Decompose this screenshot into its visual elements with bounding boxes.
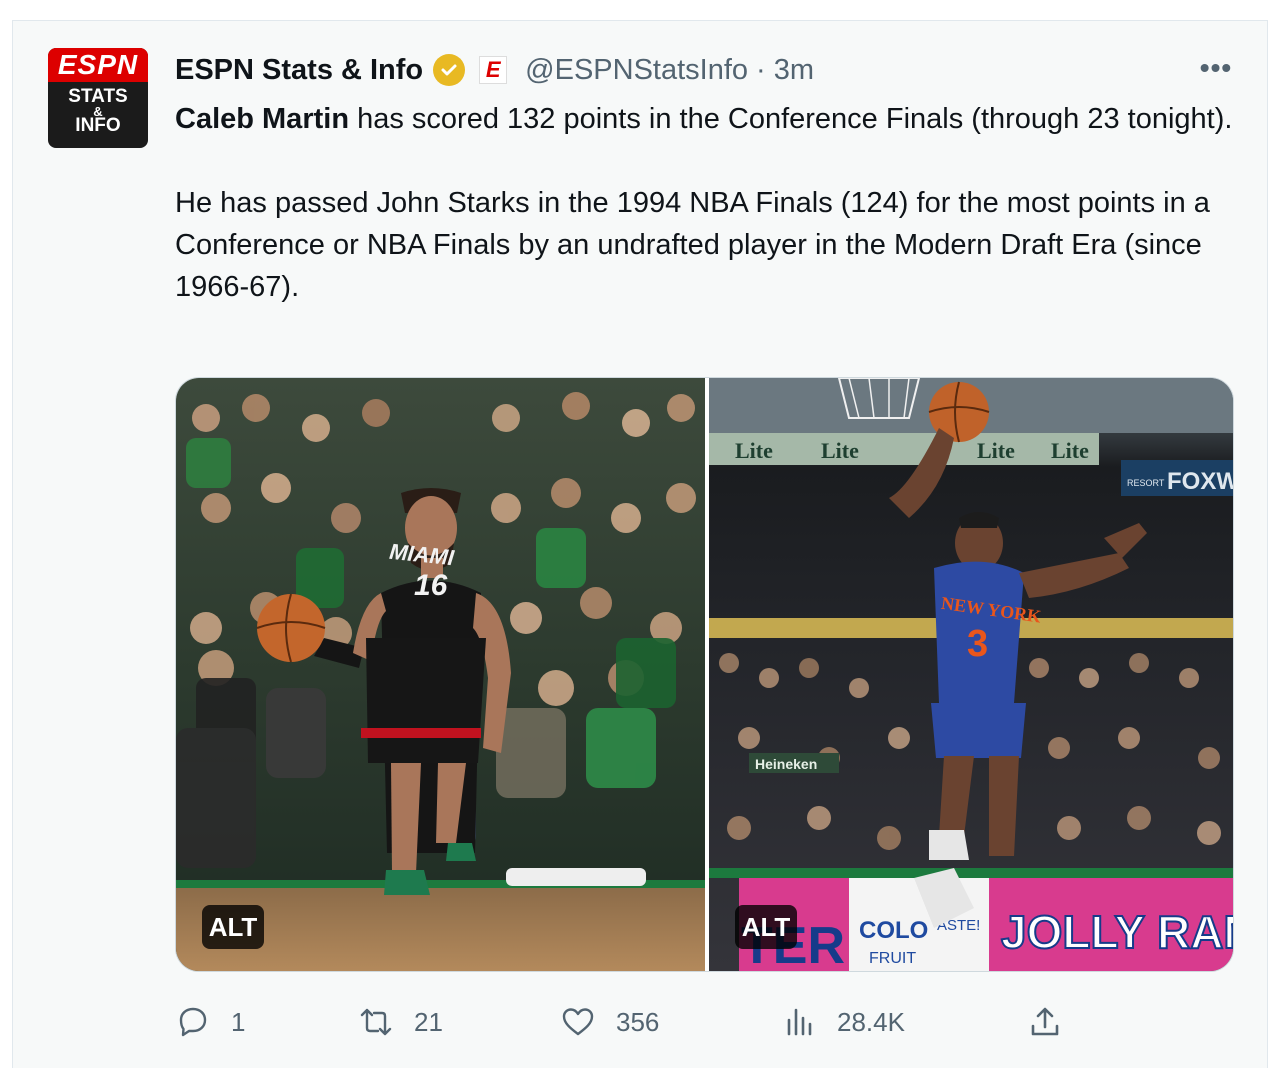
reply-button[interactable]: 1: [175, 1000, 245, 1044]
like-button[interactable]: 356: [560, 1000, 659, 1044]
share-icon: [1031, 1007, 1059, 1036]
reply-icon: [179, 1007, 207, 1037]
alt-text-button[interactable]: ALT: [735, 905, 797, 949]
jersey-number: 16: [414, 569, 448, 602]
photo-caleb-martin-art: MIAMI 16: [176, 378, 705, 971]
photo-caleb-martin[interactable]: MIAMI 16 ALT: [176, 378, 705, 971]
tweet-paragraph-2: He has passed John Starks in the 1994 NB…: [175, 187, 1210, 303]
banner-resort: RESORT: [1127, 478, 1165, 488]
media-grid: MIAMI 16 ALT Lite Lite Lite Lite RESORT …: [175, 377, 1234, 972]
ad-jolly-ranch: JOLLY RAN: [1001, 906, 1234, 958]
avatar-line-info: INFO: [75, 115, 121, 136]
tweet-actions: 1 21 356 28.4K: [175, 1000, 1255, 1044]
photo-john-starks[interactable]: Lite Lite Lite Lite RESORT FOXW Heineken…: [709, 378, 1234, 971]
player-name: Caleb Martin: [175, 103, 350, 135]
views-button[interactable]: 28.4K: [781, 1000, 905, 1044]
tweet-text: Caleb Martin has scored 132 points in th…: [175, 98, 1235, 308]
author-handle[interactable]: @ESPNStatsInfo: [525, 54, 748, 87]
avatar-caption: STATS & INFO: [48, 87, 148, 136]
alt-text-button[interactable]: ALT: [202, 905, 264, 949]
retweet-button[interactable]: 21: [358, 1000, 443, 1044]
banner-lite-3: Lite: [977, 438, 1015, 463]
analytics-icon: [787, 1008, 812, 1036]
like-count: 356: [616, 1006, 660, 1037]
reply-count: 1: [231, 1006, 246, 1037]
tweet-header: ESPN Stats & Info E @ESPNStatsInfo · 3m: [175, 50, 814, 90]
separator: ·: [756, 53, 766, 86]
banner-lite-1: Lite: [735, 438, 773, 463]
banner-lite-4: Lite: [1051, 438, 1089, 463]
tweet-time[interactable]: 3m: [774, 54, 814, 87]
ad-color: COLO: [859, 917, 928, 944]
affiliate-badge[interactable]: E: [479, 56, 508, 84]
verified-badge-icon: [433, 54, 466, 86]
more-options-icon[interactable]: •••: [1196, 52, 1236, 84]
views-count: 28.4K: [837, 1006, 905, 1037]
heart-icon: [562, 1008, 594, 1036]
retweet-count: 21: [414, 1006, 443, 1037]
ad-fruit: FRUIT: [869, 950, 916, 967]
espn-logo: ESPN: [48, 48, 148, 82]
jersey-number-knicks: 3: [967, 623, 988, 665]
banner-heineken: Heineken: [755, 756, 817, 772]
retweet-icon: [360, 1008, 392, 1036]
author-name[interactable]: ESPN Stats & Info: [175, 54, 423, 87]
banner-lite-2: Lite: [821, 438, 859, 463]
tweet-paragraph-1: Caleb Martin has scored 132 points in th…: [175, 98, 1235, 140]
tweet-paragraph-1-rest: has scored 132 points in the Conference …: [349, 103, 1233, 135]
banner-foxwoods: FOXW: [1167, 468, 1234, 495]
photo-john-starks-art: Lite Lite Lite Lite RESORT FOXW Heineken…: [709, 378, 1234, 971]
share-button[interactable]: [1027, 1000, 1083, 1044]
avatar[interactable]: ESPN STATS & INFO: [48, 48, 148, 148]
